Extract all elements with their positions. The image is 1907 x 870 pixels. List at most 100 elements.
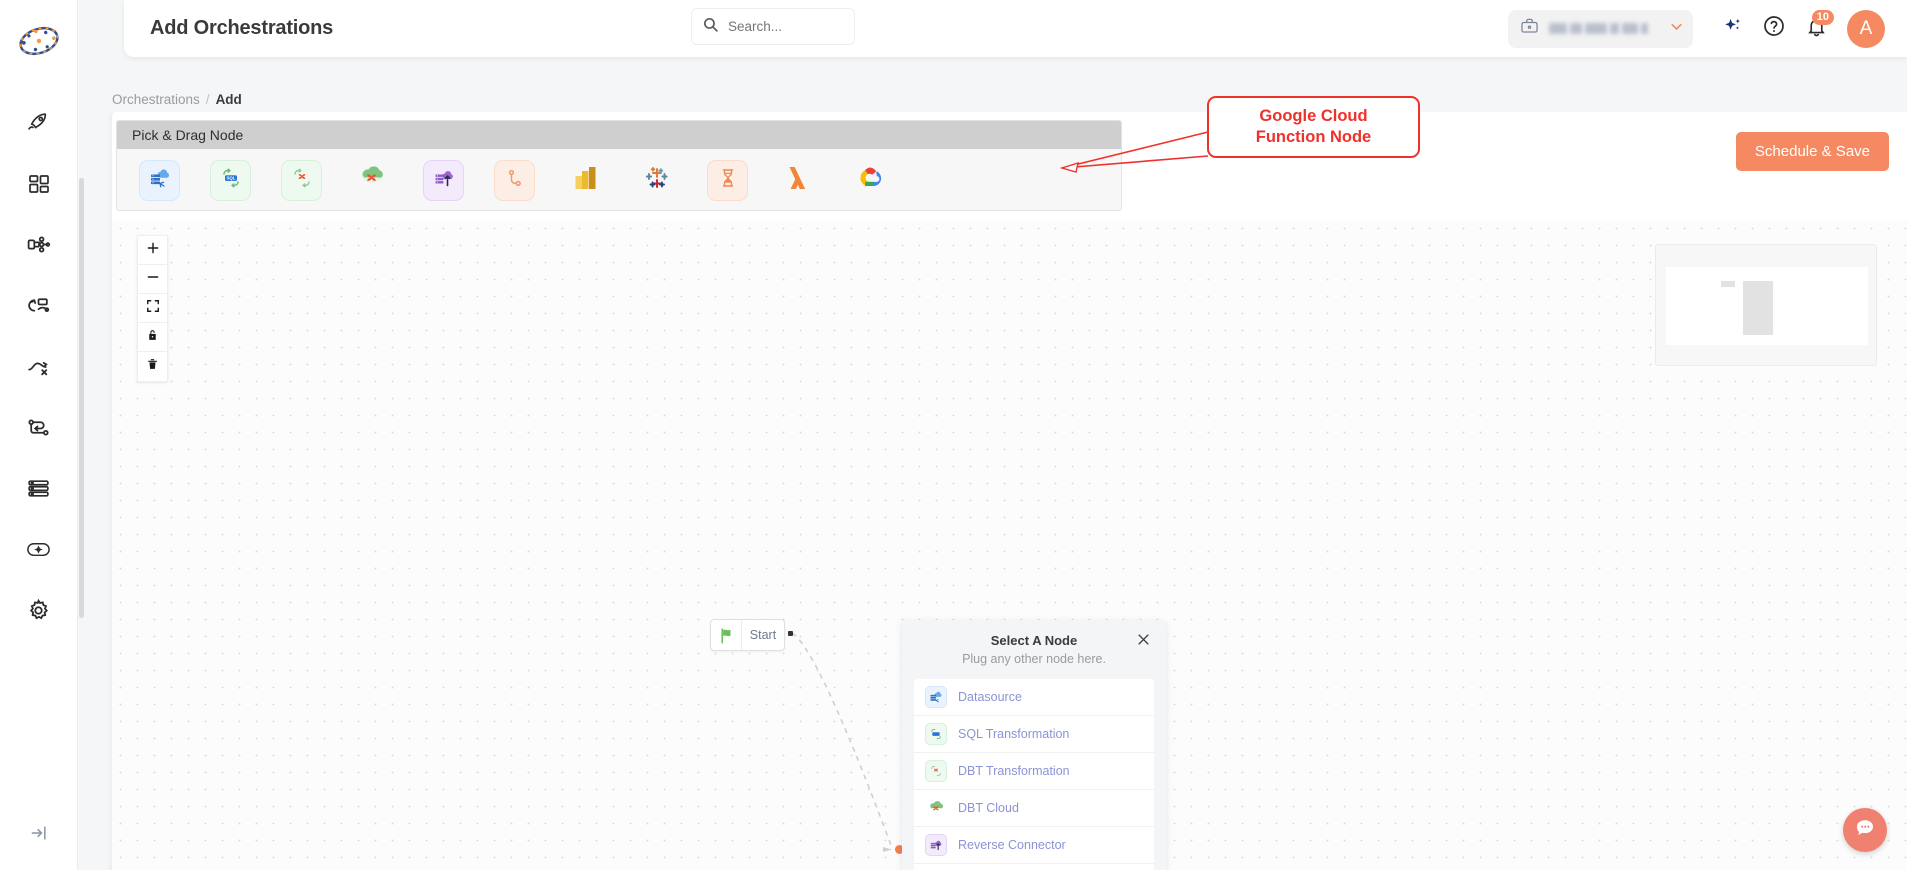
rocket-icon	[26, 110, 51, 135]
left-sidebar	[0, 0, 78, 870]
sidebar-item-settings[interactable]	[12, 580, 66, 641]
header-actions: 10 A	[1508, 0, 1885, 57]
reverse-connector-icon	[925, 834, 947, 856]
sidebar-item-rocket[interactable]	[12, 92, 66, 153]
avatar[interactable]: A	[1847, 9, 1885, 48]
dbt-cloud-icon	[356, 163, 389, 198]
palette-node-tableau[interactable]	[636, 160, 677, 201]
dbt-cloud-icon	[925, 797, 947, 819]
workspace-name-blurred	[1549, 23, 1648, 34]
top-header: Add Orchestrations Search... 10 A	[124, 0, 1907, 57]
node-option-label: Datasource	[958, 690, 1022, 704]
start-node-output-handle[interactable]	[788, 631, 793, 636]
power-bi-icon	[573, 164, 599, 197]
fit-view-button[interactable]	[138, 294, 167, 323]
palette-node-reverse-connector[interactable]	[423, 159, 464, 201]
close-button[interactable]	[1136, 632, 1151, 652]
palette-node-datasource[interactable]	[139, 159, 180, 201]
minimap-viewport	[1666, 267, 1868, 345]
sidebar-item-ai[interactable]	[12, 519, 66, 580]
datasource-icon	[147, 165, 173, 196]
app-root: Add Orchestrations Search... 10 A Orches…	[0, 0, 1907, 870]
sidebar-item-transform[interactable]	[12, 336, 66, 397]
page-title: Add Orchestrations	[150, 17, 334, 39]
collapse-sidebar-button[interactable]	[0, 823, 78, 848]
sql-transformation-icon: SQL	[218, 165, 244, 196]
google-cloud-function-icon	[854, 164, 885, 197]
palette-node-dbt-cloud[interactable]	[352, 160, 393, 201]
collapse-sidebar-icon	[29, 823, 49, 848]
sidebar-item-logs[interactable]	[12, 458, 66, 519]
select-a-node-panel: Select A Node Plug any other node here.	[902, 620, 1166, 870]
pipeline-branch-icon	[26, 232, 51, 257]
palette-node-aws-lambda[interactable]	[778, 160, 819, 201]
palette-node-sql-transformation[interactable]: SQL	[210, 159, 251, 201]
start-node[interactable]: Start	[710, 619, 785, 651]
lock-canvas-button[interactable]	[138, 323, 167, 352]
aws-lambda-icon	[784, 162, 814, 199]
lock-icon	[146, 328, 159, 347]
node-option-label: DBT Cloud	[958, 801, 1019, 815]
list-lines-icon	[26, 476, 51, 501]
sidebar-item-dashboard[interactable]	[12, 153, 66, 214]
briefcase-icon	[1520, 17, 1539, 41]
fit-screen-icon	[146, 299, 160, 318]
palette-node-power-bi[interactable]	[565, 160, 606, 201]
sidebar-item-orchestrations[interactable]	[12, 397, 66, 458]
node-option-label: DBT Transformation	[958, 764, 1070, 778]
delete-button[interactable]	[138, 352, 167, 381]
transform-route-icon	[26, 354, 51, 379]
orchestration-loop-icon	[26, 415, 51, 440]
datachannel-logo[interactable]	[14, 16, 64, 66]
pick-and-drag-node-panel: Pick & Drag Node SQL	[116, 120, 1122, 211]
sql-transformation-icon	[925, 723, 947, 745]
notifications-button[interactable]: 10	[1795, 8, 1837, 50]
node-option-dbt-transformation[interactable]: DBT Transformation	[914, 753, 1154, 790]
minimap-select-panel	[1743, 281, 1773, 335]
sidebar-item-reverse[interactable]	[12, 275, 66, 336]
tableau-icon	[642, 163, 672, 198]
sidebar-nav	[0, 92, 77, 641]
select-a-node-subtitle: Plug any other node here.	[962, 652, 1106, 666]
orchestration-canvas[interactable]: Start Select A Node Plug any other node …	[112, 220, 1907, 870]
breadcrumb: Orchestrations / Add	[112, 92, 242, 107]
node-option-reverse-connector[interactable]: Reverse Connector	[914, 827, 1154, 864]
node-option-decision[interactable]: Decision Node	[914, 864, 1154, 870]
pick-and-drag-node-title: Pick & Drag Node	[117, 121, 1121, 149]
zoom-in-button[interactable]	[138, 236, 167, 265]
minimap[interactable]	[1655, 244, 1877, 366]
node-option-label: SQL Transformation	[958, 727, 1070, 741]
search-icon	[702, 16, 719, 38]
canvas-controls	[137, 235, 168, 382]
workspace-selector[interactable]	[1508, 9, 1693, 48]
minimap-start-node	[1721, 281, 1735, 287]
palette-node-dbt-transformation[interactable]	[281, 159, 322, 201]
chat-support-button[interactable]	[1843, 808, 1887, 852]
node-option-dbt-cloud[interactable]: DBT Cloud	[914, 790, 1154, 827]
dbt-transformation-icon	[289, 165, 315, 196]
content-shell: Pick & Drag Node SQL Schedule & Save Sta…	[109, 112, 1907, 870]
zoom-out-button[interactable]	[138, 265, 167, 294]
palette-node-google-cloud-function[interactable]	[849, 160, 890, 201]
breadcrumb-orchestrations[interactable]: Orchestrations	[112, 92, 200, 107]
breadcrumb-current: Add	[215, 92, 242, 107]
node-option-label: Reverse Connector	[958, 838, 1066, 852]
search-box[interactable]	[691, 8, 855, 45]
palette-node-delay[interactable]	[707, 159, 748, 201]
sidebar-item-pipelines[interactable]	[12, 214, 66, 275]
notification-badge: 10	[1811, 9, 1834, 25]
search-input[interactable]	[726, 18, 846, 35]
ai-assistant-button[interactable]	[1711, 8, 1753, 50]
help-button[interactable]	[1753, 8, 1795, 50]
start-node-label: Start	[749, 628, 777, 642]
sidebar-scrollbar[interactable]	[79, 178, 84, 618]
palette-node-decision[interactable]	[494, 159, 535, 201]
schedule-and-save-button[interactable]: Schedule & Save	[1735, 132, 1889, 171]
chat-bubble-icon	[1853, 816, 1877, 845]
node-option-list: Datasource SQL Transformation DBT Transf…	[914, 679, 1154, 870]
node-option-datasource[interactable]: Datasource	[914, 679, 1154, 716]
chevron-down-icon	[1668, 18, 1685, 40]
sparkle-icon	[1721, 15, 1744, 43]
annotation-line-1: Google Cloud	[1259, 107, 1368, 125]
node-option-sql-transformation[interactable]: SQL Transformation	[914, 716, 1154, 753]
